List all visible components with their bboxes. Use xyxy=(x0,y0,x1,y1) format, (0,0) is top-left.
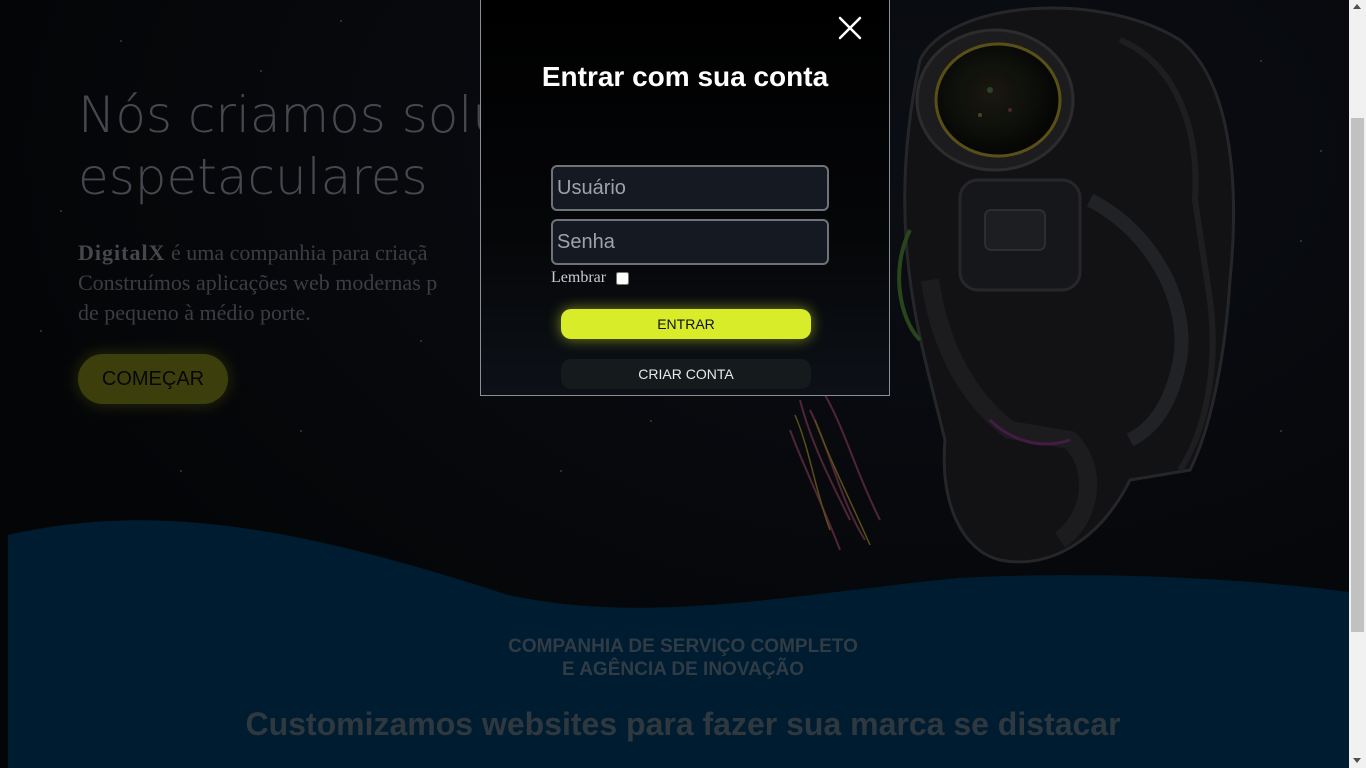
close-icon[interactable] xyxy=(835,13,865,43)
remember-me: Lembrar xyxy=(551,269,630,287)
create-account-button[interactable]: CRIAR CONTA xyxy=(561,359,811,389)
password-input[interactable] xyxy=(551,219,829,265)
scroll-up-arrow-icon[interactable] xyxy=(1353,4,1361,9)
login-modal: Entrar com sua conta Lembrar ENTRAR CRIA… xyxy=(480,0,890,396)
scroll-down-arrow-icon[interactable] xyxy=(1353,758,1361,763)
remember-checkbox[interactable] xyxy=(616,271,630,285)
remember-label: Lembrar xyxy=(551,269,607,286)
modal-title: Entrar com sua conta xyxy=(541,61,829,92)
scrollbar-thumb[interactable] xyxy=(1351,118,1364,632)
username-input[interactable] xyxy=(551,165,829,211)
enter-button[interactable]: ENTRAR xyxy=(561,309,811,339)
